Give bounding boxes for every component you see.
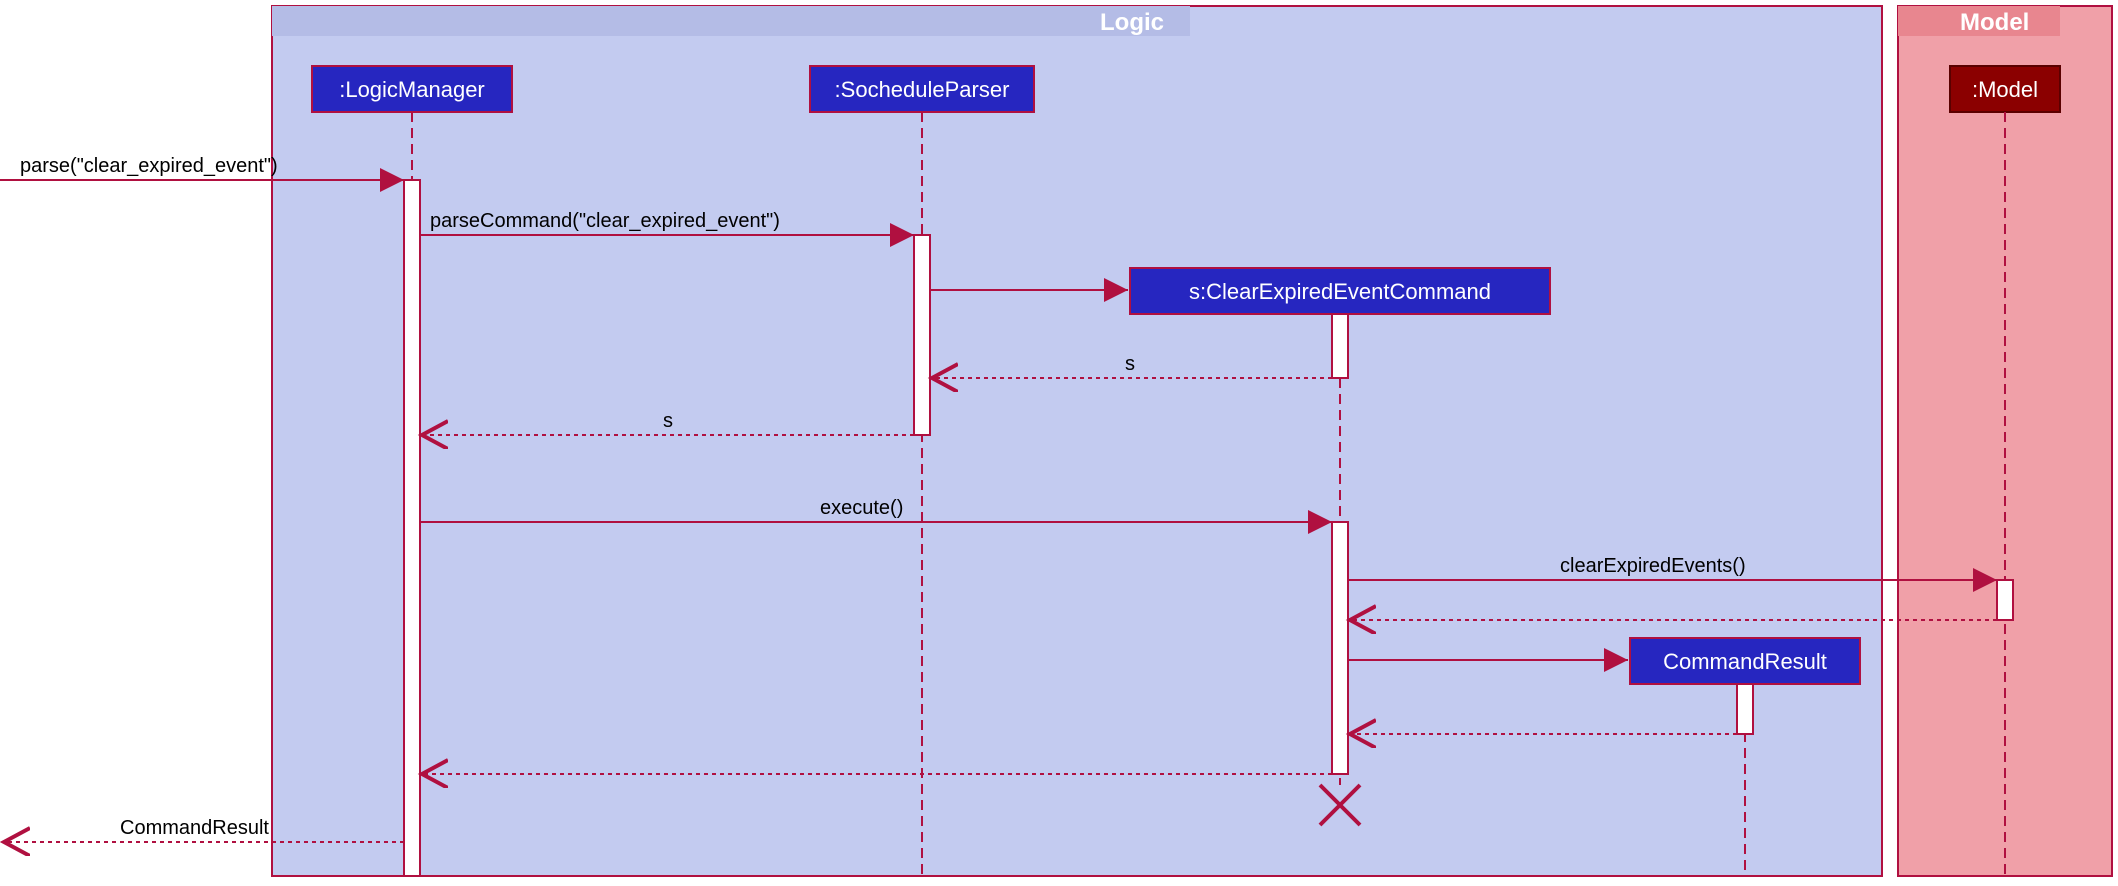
msg-parse-command-label: parseCommand("clear_expired_event") — [430, 210, 780, 232]
activation-clear-cmd-1 — [1332, 314, 1348, 378]
activation-logic-manager — [404, 180, 420, 876]
logic-frame-label: Logic — [1100, 9, 1164, 36]
model-frame-label: Model — [1960, 9, 2029, 36]
participant-logic-manager-label: :LogicManager — [339, 77, 485, 102]
participant-command-result-label: CommandResult — [1663, 649, 1827, 674]
msg-clear-expired-label: clearExpiredEvents() — [1560, 555, 1746, 577]
participant-sochedule-parser-label: :SocheduleParser — [835, 77, 1010, 102]
activation-model — [1997, 580, 2013, 620]
participant-model-label: :Model — [1972, 77, 2038, 102]
msg-return-s2-label: s — [663, 410, 673, 432]
sequence-diagram: Logic Model :LogicManager :SochedulePars… — [0, 0, 2118, 886]
activation-sochedule-parser — [914, 235, 930, 435]
activation-command-result — [1737, 684, 1753, 734]
msg-command-result-out-label: CommandResult — [120, 817, 269, 839]
logic-frame — [272, 6, 1882, 876]
participant-clear-cmd-label: s:ClearExpiredEventCommand — [1189, 279, 1491, 304]
msg-return-s1-label: s — [1125, 353, 1135, 375]
msg-parse-in-label: parse("clear_expired_event") — [20, 155, 278, 177]
msg-execute-label: execute() — [820, 497, 903, 519]
activation-clear-cmd-2 — [1332, 522, 1348, 774]
